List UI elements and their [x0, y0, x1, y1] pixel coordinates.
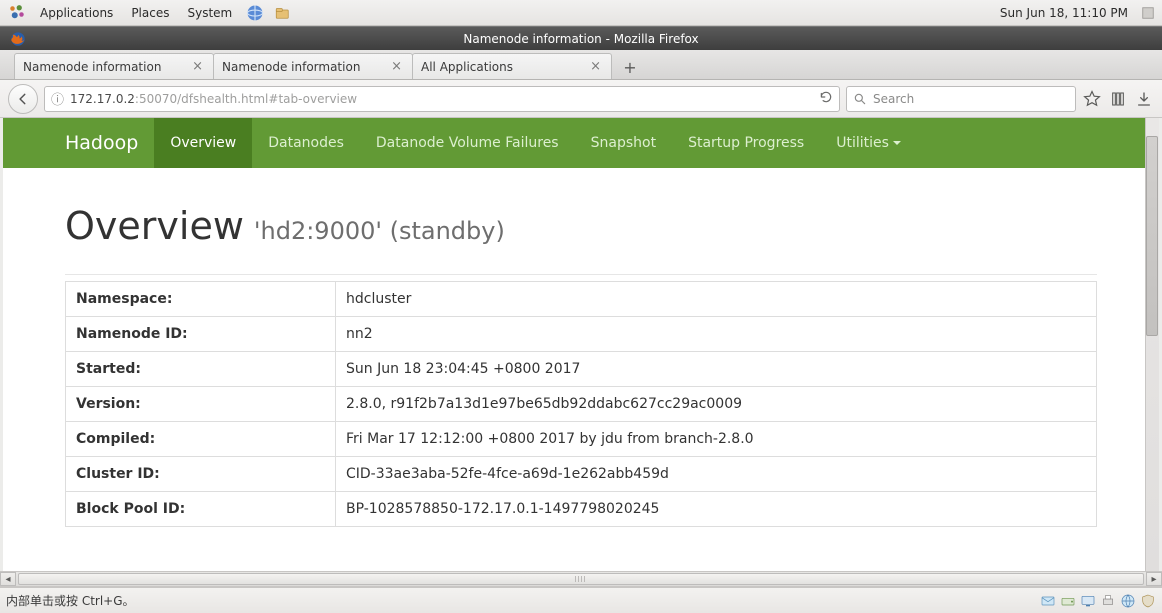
search-icon — [853, 92, 867, 106]
divider — [65, 274, 1097, 275]
url-host: 172.17.0.2 — [70, 92, 135, 106]
desktop-top-panel: Applications Places System Sun Jun 18, 1… — [0, 0, 1162, 26]
hscroll-right-button[interactable]: ▸ — [1146, 572, 1162, 586]
browser-tab-1[interactable]: Namenode information × — [213, 53, 413, 79]
row-value: Fri Mar 17 12:12:00 +0800 2017 by jdu fr… — [336, 422, 1097, 457]
library-icon[interactable] — [1108, 89, 1128, 109]
tray-icon[interactable] — [1141, 6, 1155, 20]
gnome-menu-places[interactable]: Places — [123, 6, 177, 20]
close-tab-icon[interactable]: × — [389, 59, 404, 74]
row-key: Cluster ID: — [66, 457, 336, 492]
tray-drive-icon[interactable] — [1060, 593, 1076, 609]
row-key: Namespace: — [66, 282, 336, 317]
row-value: CID-33ae3aba-52fe-4fce-a69d-1e262abb459d — [336, 457, 1097, 492]
web-browser-launcher-icon[interactable] — [246, 4, 264, 22]
tray-mail-icon[interactable] — [1040, 593, 1056, 609]
table-row: Namenode ID:nn2 — [66, 317, 1097, 352]
hadoop-navbar: Hadoop Overview Datanodes Datanode Volum… — [3, 118, 1159, 168]
gnome-logo-icon — [8, 4, 26, 22]
nav-utilities-label: Utilities — [836, 135, 889, 151]
page-heading: Overview 'hd2:9000' (standby) — [65, 204, 1097, 248]
downloads-icon[interactable] — [1134, 89, 1154, 109]
row-value: hdcluster — [336, 282, 1097, 317]
chevron-down-icon — [893, 141, 901, 145]
close-tab-icon[interactable]: × — [588, 59, 603, 74]
hscroll-thumb[interactable] — [18, 573, 1144, 585]
hscroll-left-button[interactable]: ◂ — [0, 572, 16, 586]
row-key: Version: — [66, 387, 336, 422]
browser-tab-0[interactable]: Namenode information × — [14, 53, 214, 79]
firefox-titlebar: Namenode information - Mozilla Firefox — [0, 26, 1162, 50]
table-row: Version:2.8.0, r91f2b7a13d1e97be65db92dd… — [66, 387, 1097, 422]
tray-shield-icon[interactable] — [1140, 593, 1156, 609]
new-tab-button[interactable]: + — [616, 55, 644, 79]
heading-main: Overview — [65, 204, 244, 248]
clock[interactable]: Sun Jun 18, 11:10 PM — [992, 6, 1136, 20]
horizontal-scrollbar[interactable]: ◂ ▸ — [0, 571, 1162, 587]
window-title: Namenode information - Mozilla Firefox — [463, 32, 698, 46]
nav-overview[interactable]: Overview — [154, 118, 252, 168]
table-row: Started:Sun Jun 18 23:04:45 +0800 2017 — [66, 352, 1097, 387]
row-value: nn2 — [336, 317, 1097, 352]
hadoop-content: Overview 'hd2:9000' (standby) Namespace:… — [3, 168, 1159, 527]
nav-startup-progress[interactable]: Startup Progress — [672, 118, 820, 168]
nav-utilities[interactable]: Utilities — [820, 118, 917, 168]
firefox-toolbar: ⓘ 172.17.0.2:50070/dfshealth.html#tab-ov… — [0, 80, 1162, 118]
arrow-left-icon — [16, 92, 30, 106]
tab-label: All Applications — [421, 60, 513, 74]
row-value: 2.8.0, r91f2b7a13d1e97be65db92ddabc627cc… — [336, 387, 1097, 422]
nav-volume-failures[interactable]: Datanode Volume Failures — [360, 118, 575, 168]
heading-sub: 'hd2:9000' (standby) — [254, 217, 505, 245]
row-key: Started: — [66, 352, 336, 387]
tray-globe-icon[interactable] — [1120, 593, 1136, 609]
status-text: 内部单击或按 Ctrl+G。 — [6, 592, 135, 609]
table-row: Namespace:hdcluster — [66, 282, 1097, 317]
table-row: Compiled:Fri Mar 17 12:12:00 +0800 2017 … — [66, 422, 1097, 457]
nav-datanodes[interactable]: Datanodes — [252, 118, 360, 168]
url-path: :50070/dfshealth.html#tab-overview — [135, 92, 357, 106]
row-key: Compiled: — [66, 422, 336, 457]
status-bar: 内部单击或按 Ctrl+G。 — [0, 587, 1162, 613]
bookmark-star-icon[interactable] — [1082, 89, 1102, 109]
tab-label: Namenode information — [23, 60, 161, 74]
overview-table: Namespace:hdcluster Namenode ID:nn2 Star… — [65, 281, 1097, 527]
hadoop-page: Hadoop Overview Datanodes Datanode Volum… — [3, 118, 1159, 571]
reload-icon[interactable] — [819, 90, 833, 107]
row-key: Block Pool ID: — [66, 492, 336, 527]
tray-print-icon[interactable] — [1100, 593, 1116, 609]
status-tray — [1040, 593, 1156, 609]
search-placeholder: Search — [873, 92, 914, 106]
firefox-tabstrip: Namenode information × Namenode informat… — [0, 50, 1162, 80]
close-tab-icon[interactable]: × — [190, 59, 205, 74]
table-row: Block Pool ID:BP-1028578850-172.17.0.1-1… — [66, 492, 1097, 527]
firefox-icon — [10, 31, 26, 47]
gnome-menu-system[interactable]: System — [179, 6, 240, 20]
vertical-scrollbar[interactable] — [1145, 118, 1159, 571]
browser-tab-2[interactable]: All Applications × — [412, 53, 612, 79]
table-row: Cluster ID:CID-33ae3aba-52fe-4fce-a69d-1… — [66, 457, 1097, 492]
nav-snapshot[interactable]: Snapshot — [575, 118, 672, 168]
back-button[interactable] — [8, 84, 38, 114]
page-viewport: Hadoop Overview Datanodes Datanode Volum… — [0, 118, 1162, 571]
tab-label: Namenode information — [222, 60, 360, 74]
url-bar[interactable]: ⓘ 172.17.0.2:50070/dfshealth.html#tab-ov… — [44, 86, 840, 112]
row-key: Namenode ID: — [66, 317, 336, 352]
search-bar[interactable]: Search — [846, 86, 1076, 112]
vertical-scroll-thumb[interactable] — [1146, 136, 1158, 336]
gnome-menu-applications[interactable]: Applications — [32, 6, 121, 20]
row-value: Sun Jun 18 23:04:45 +0800 2017 — [336, 352, 1097, 387]
hadoop-brand[interactable]: Hadoop — [65, 118, 154, 168]
scroll-grip-icon — [575, 576, 587, 582]
tray-display-icon[interactable] — [1080, 593, 1096, 609]
site-info-icon[interactable]: ⓘ — [51, 89, 64, 108]
row-value: BP-1028578850-172.17.0.1-1497798020245 — [336, 492, 1097, 527]
file-manager-launcher-icon[interactable] — [274, 4, 292, 22]
